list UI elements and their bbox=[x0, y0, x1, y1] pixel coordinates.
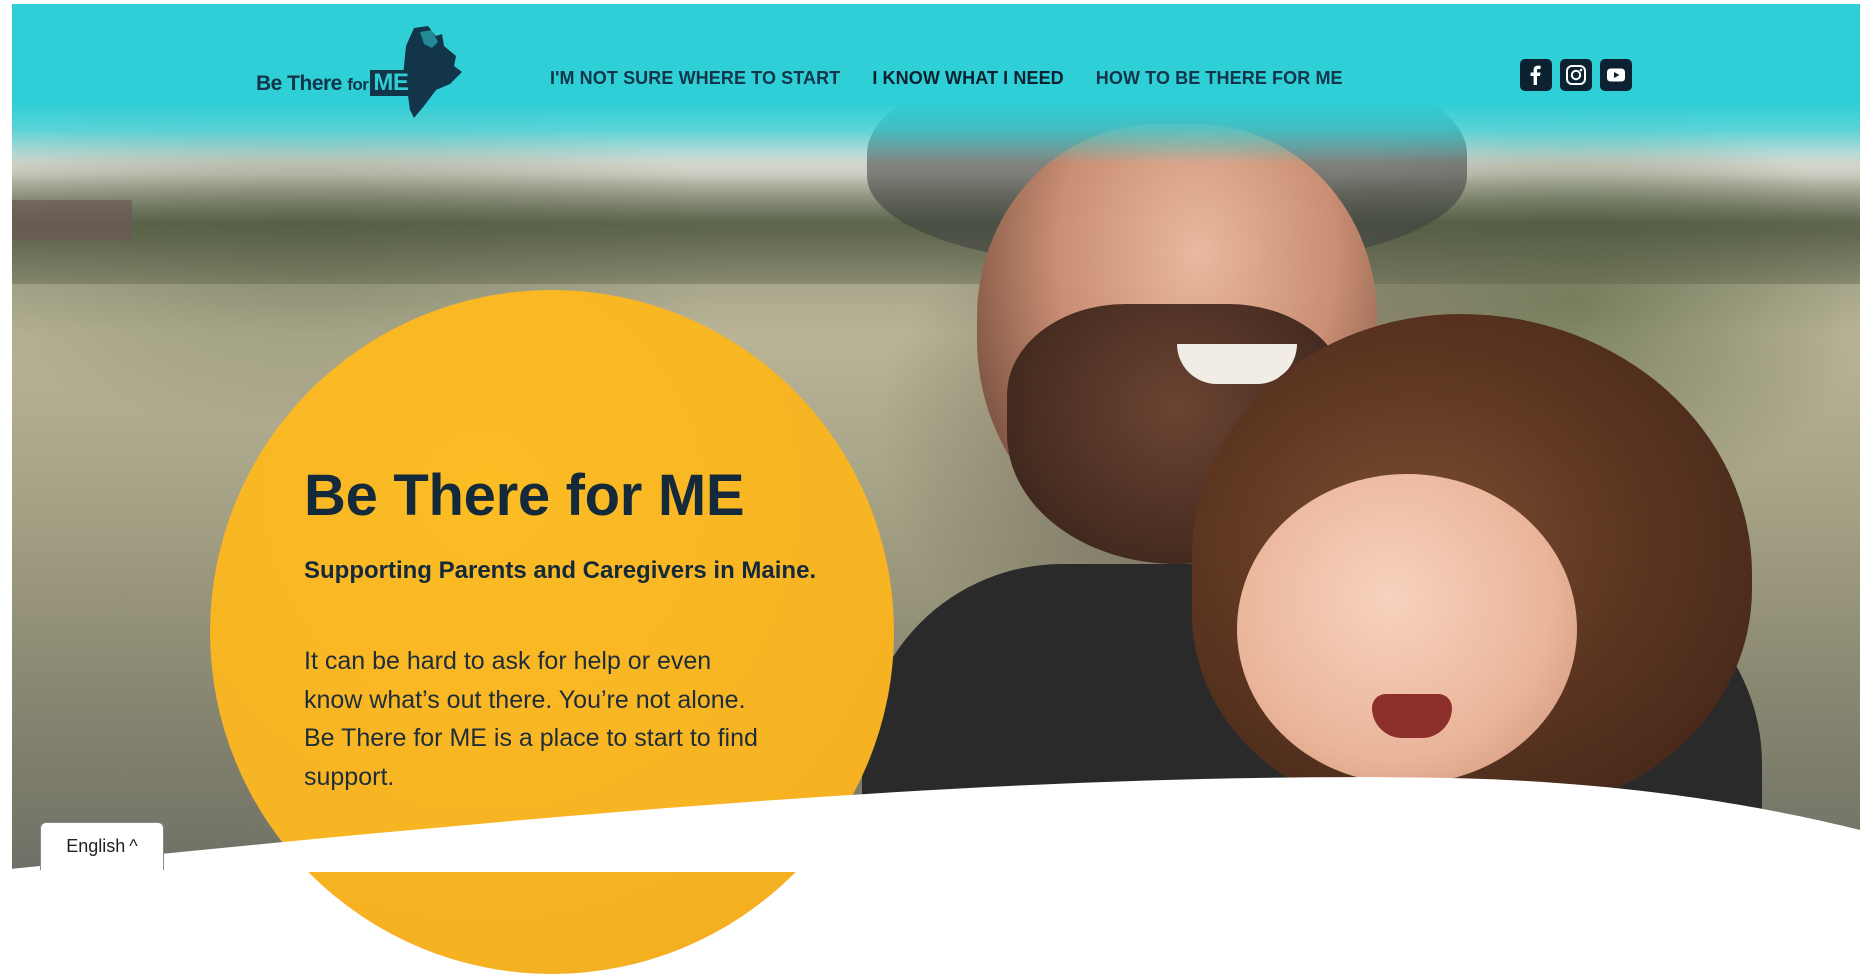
language-label: English bbox=[66, 836, 126, 856]
logo-wordmark: Be There for ME bbox=[256, 70, 412, 96]
facebook-icon[interactable] bbox=[1520, 59, 1552, 91]
site-logo[interactable]: Be There for ME bbox=[256, 26, 462, 120]
child-mouth bbox=[1372, 694, 1452, 738]
nav-i-know-what-i-need[interactable]: I KNOW WHAT I NEED bbox=[872, 68, 1063, 89]
hero-subtitle: Supporting Parents and Caregivers in Mai… bbox=[304, 557, 817, 584]
nav-not-sure-where-to-start[interactable]: I'M NOT SURE WHERE TO START bbox=[550, 68, 840, 89]
social-links bbox=[1520, 59, 1632, 91]
nav-how-to-be-there-for-me[interactable]: HOW TO BE THERE FOR ME bbox=[1096, 68, 1343, 89]
instagram-icon[interactable] bbox=[1560, 59, 1592, 91]
chevron-up-icon: ^ bbox=[129, 836, 138, 856]
language-selector-button[interactable]: English ^ bbox=[40, 822, 164, 870]
youtube-icon[interactable] bbox=[1600, 59, 1632, 91]
bottom-wave bbox=[0, 777, 1860, 872]
barn bbox=[12, 200, 132, 240]
main-nav: I'M NOT SURE WHERE TO START I KNOW WHAT … bbox=[550, 68, 1343, 89]
hero-title: Be There for ME bbox=[304, 463, 745, 528]
